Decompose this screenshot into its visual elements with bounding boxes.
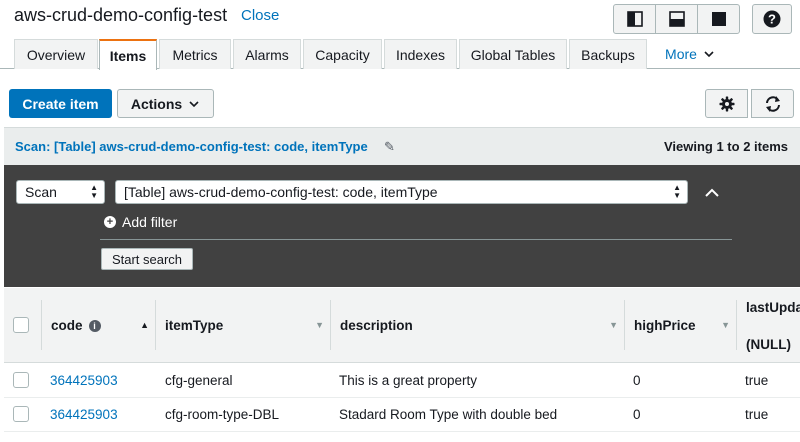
close-link[interactable]: Close bbox=[241, 7, 279, 24]
split-vertical-view-button[interactable] bbox=[613, 4, 656, 34]
select-arrows-icon: ▲ ▼ bbox=[90, 183, 98, 200]
column-label: description bbox=[340, 318, 413, 333]
column-label: highPrice bbox=[634, 318, 696, 333]
column-label: lastUpda bbox=[746, 300, 800, 315]
code-link[interactable]: 364425903 bbox=[50, 373, 118, 388]
tab-label: Overview bbox=[26, 46, 86, 63]
actions-dropdown[interactable]: Actions bbox=[117, 89, 214, 118]
split-vertical-icon bbox=[626, 11, 643, 27]
help-button[interactable]: ? bbox=[752, 4, 792, 34]
scan-summary-bar: Scan: [Table] aws-crud-demo-config-test:… bbox=[4, 127, 800, 165]
highprice-cell: 0 bbox=[633, 407, 641, 422]
tab-indexes[interactable]: Indexes bbox=[384, 39, 457, 69]
scan-target-value: [Table] aws-crud-demo-config-test: code,… bbox=[124, 184, 438, 200]
scan-summary-link[interactable]: Scan: [Table] aws-crud-demo-config-test:… bbox=[15, 139, 368, 154]
divider bbox=[100, 239, 732, 240]
table-title: aws-crud-demo-config-test bbox=[14, 5, 228, 25]
svg-text:?: ? bbox=[768, 12, 776, 27]
tab-backups[interactable]: Backups bbox=[569, 39, 647, 69]
split-horizontal-view-button[interactable] bbox=[655, 4, 698, 34]
tab-label: More bbox=[665, 46, 697, 62]
column-type-label: (NULL) bbox=[746, 337, 791, 352]
split-horizontal-icon bbox=[668, 11, 685, 27]
tab-items[interactable]: Items bbox=[99, 39, 157, 70]
tab-capacity[interactable]: Capacity bbox=[303, 39, 382, 69]
tab-metrics[interactable]: Metrics bbox=[159, 39, 231, 69]
tab-label: Indexes bbox=[395, 46, 446, 63]
column-header-lastupdated[interactable]: lastUpda (NULL) bbox=[736, 288, 800, 363]
chevron-up-icon[interactable] bbox=[704, 185, 720, 201]
add-filter-label: Add filter bbox=[122, 214, 178, 230]
create-item-button[interactable]: Create item bbox=[9, 89, 112, 118]
add-filter-button[interactable]: + Add filter bbox=[104, 214, 177, 230]
sort-icon: ▼ bbox=[721, 320, 730, 330]
tab-label: Backups bbox=[581, 46, 635, 63]
column-header-highprice[interactable]: highPrice ▼ bbox=[624, 288, 736, 363]
table-row[interactable]: 364425903 cfg-general This is a great pr… bbox=[4, 364, 800, 398]
lastupdated-cell: true bbox=[745, 373, 769, 388]
row-checkbox[interactable] bbox=[13, 406, 29, 422]
tab-global-tables[interactable]: Global Tables bbox=[459, 39, 567, 69]
settings-button[interactable] bbox=[705, 89, 748, 118]
actions-label: Actions bbox=[130, 95, 183, 112]
select-arrows-icon: ▲ ▼ bbox=[673, 183, 681, 200]
column-label: code bbox=[51, 318, 83, 333]
description-cell: This is a great property bbox=[339, 373, 478, 388]
viewing-count: Viewing 1 to 2 items bbox=[663, 139, 788, 154]
sort-icon: ▼ bbox=[609, 320, 618, 330]
table-header: code i ▲ itemType ▼ description ▼ highPr… bbox=[4, 288, 800, 363]
tab-label: Items bbox=[109, 47, 147, 64]
column-label: itemType bbox=[165, 318, 224, 333]
info-icon[interactable]: i bbox=[88, 319, 101, 332]
page-header: aws-crud-demo-config-test Close ? bbox=[0, 0, 800, 38]
itemtype-cell: cfg-room-type-DBL bbox=[165, 407, 280, 422]
chevron-down-icon bbox=[189, 100, 199, 107]
row-checkbox[interactable] bbox=[13, 372, 29, 388]
scan-panel: Scan ▲ ▼ [Table] aws-crud-demo-config-tes… bbox=[4, 165, 800, 287]
tab-label: Alarms bbox=[245, 46, 289, 63]
select-all-column bbox=[4, 288, 41, 363]
description-cell: Stadard Room Type with double bed bbox=[339, 407, 558, 422]
sort-icon: ▼ bbox=[315, 320, 324, 330]
column-header-itemtype[interactable]: itemType ▼ bbox=[155, 288, 330, 363]
plus-circle-icon: + bbox=[104, 216, 116, 228]
column-header-code[interactable]: code i ▲ bbox=[41, 288, 155, 363]
highprice-cell: 0 bbox=[633, 373, 641, 388]
start-search-button[interactable]: Start search bbox=[101, 248, 193, 270]
scan-mode-select[interactable]: Scan ▲ ▼ bbox=[16, 180, 105, 204]
code-link[interactable]: 364425903 bbox=[50, 407, 118, 422]
tab-overview[interactable]: Overview bbox=[14, 39, 98, 69]
scan-mode-value: Scan bbox=[25, 184, 57, 200]
tab-label: Global Tables bbox=[470, 46, 556, 63]
refresh-button[interactable] bbox=[751, 89, 794, 118]
refresh-icon bbox=[765, 95, 780, 112]
tab-label: Capacity bbox=[315, 46, 370, 63]
scan-target-select[interactable]: [Table] aws-crud-demo-config-test: code,… bbox=[115, 180, 688, 204]
help-icon: ? bbox=[763, 10, 781, 28]
lastupdated-cell: true bbox=[745, 407, 769, 422]
tab-more[interactable]: More bbox=[655, 39, 725, 69]
edit-pencil-icon[interactable]: ✎ bbox=[384, 139, 395, 155]
tab-bar: Overview Items Metrics Alarms Capacity I… bbox=[0, 38, 800, 70]
sort-ascending-icon: ▲ bbox=[140, 320, 149, 330]
itemtype-cell: cfg-general bbox=[165, 373, 233, 388]
gear-icon bbox=[719, 96, 734, 111]
table-row[interactable]: 364425903 cfg-room-type-DBL Stadard Room… bbox=[4, 398, 800, 432]
full-view-button[interactable] bbox=[697, 4, 740, 34]
tab-alarms[interactable]: Alarms bbox=[233, 39, 301, 69]
view-layout-group bbox=[613, 4, 740, 34]
column-header-description[interactable]: description ▼ bbox=[330, 288, 624, 363]
tab-label: Metrics bbox=[172, 46, 218, 63]
full-view-icon bbox=[711, 12, 726, 26]
select-all-checkbox[interactable] bbox=[13, 317, 29, 333]
chevron-down-icon bbox=[704, 51, 714, 58]
